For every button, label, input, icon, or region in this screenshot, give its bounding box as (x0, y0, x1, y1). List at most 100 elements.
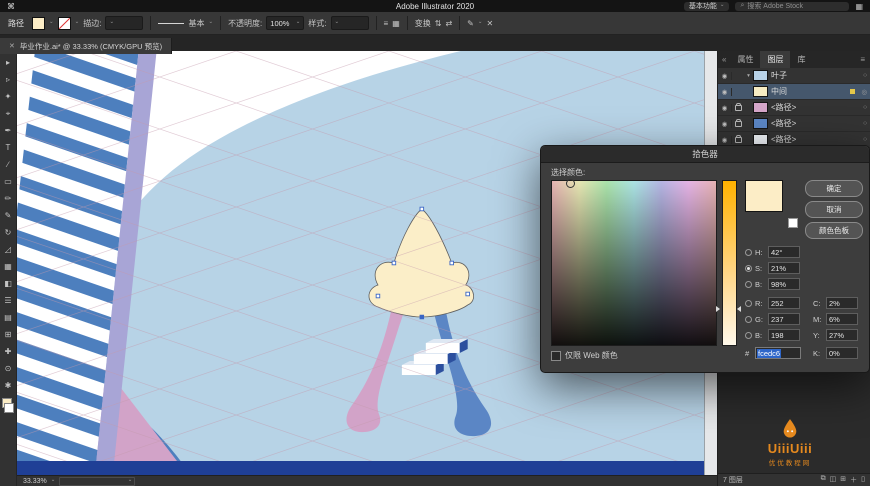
ok-button[interactable]: 确定 (805, 180, 863, 197)
gradient-tool-icon[interactable]: ▤ (4, 309, 12, 326)
lock-icon[interactable] (732, 102, 744, 111)
make-mask-icon[interactable]: ◫ (830, 475, 837, 485)
chevron-down-icon[interactable]: ⌄ (478, 20, 483, 26)
scale-tool-icon[interactable]: ◿ (5, 241, 11, 258)
b-radio[interactable] (745, 280, 752, 288)
chevron-down-icon[interactable]: ⌄ (51, 478, 56, 484)
hand-tool-icon[interactable]: ✱ (5, 377, 12, 394)
hex-input[interactable]: fcedc6 (755, 347, 801, 359)
chevron-down-icon[interactable]: ⌄ (208, 20, 213, 26)
s-radio[interactable] (745, 264, 752, 272)
artboard-nav-dropdown[interactable]: ⌄ (59, 476, 136, 486)
layer-row[interactable]: ◉ 中间 ◎ (718, 84, 870, 100)
layer-row[interactable]: ◉ ▾ 叶子 ○ (718, 68, 870, 84)
color-field-marker[interactable] (566, 179, 575, 188)
lasso-tool-icon[interactable]: ⌖ (6, 105, 11, 122)
close-icon[interactable]: ✕ (486, 19, 493, 28)
shape-builder-tool-icon[interactable]: ☰ (4, 292, 11, 309)
g-radio[interactable] (745, 315, 752, 323)
h-radio[interactable] (745, 248, 752, 256)
k-value-field[interactable]: 0% (826, 347, 858, 359)
zoom-tool-icon[interactable]: ⊙ (5, 360, 12, 377)
dialog-title[interactable]: 拾色器 (541, 146, 869, 163)
layer-name[interactable]: 中间 (771, 86, 850, 97)
r-value-field[interactable]: 252 (768, 297, 800, 309)
visibility-eye-icon[interactable]: ◉ (718, 71, 732, 80)
layer-name[interactable]: <路径> (771, 102, 860, 113)
apps-grid-icon[interactable]: ▦ (855, 2, 863, 11)
new-layer-icon[interactable]: ＋ (850, 475, 857, 485)
opacity-dropdown[interactable]: 100% ⌄ (266, 16, 305, 30)
direct-selection-tool-icon[interactable]: ▹ (6, 71, 10, 88)
edit-toolbar-icon[interactable]: ✎ (467, 19, 474, 28)
s-value-field[interactable]: 21% (768, 262, 800, 274)
collapse-panels-icon[interactable]: « (718, 51, 730, 68)
layer-name[interactable]: <路径> (771, 134, 860, 145)
transform-horizontal-icon[interactable]: ⇄ (445, 19, 452, 28)
fill-stroke-indicator[interactable] (2, 398, 14, 413)
y-value-field[interactable]: 27% (826, 329, 858, 341)
b2-radio[interactable] (745, 331, 752, 339)
paintbrush-tool-icon[interactable]: ✏ (5, 190, 12, 207)
align-icon[interactable]: ≡ (384, 19, 389, 28)
target-circle-icon[interactable]: ◎ (861, 88, 867, 96)
web-safe-cube-icon[interactable] (788, 218, 798, 228)
stroke-color-swatch[interactable] (57, 16, 71, 30)
h-value-field[interactable]: 42° (768, 246, 800, 258)
close-tab-icon[interactable]: ✕ (9, 42, 15, 50)
eyedropper-tool-icon[interactable]: ✚ (5, 343, 12, 360)
cancel-button[interactable]: 取消 (805, 201, 863, 218)
rotate-tool-icon[interactable]: ↻ (5, 224, 12, 241)
layer-row[interactable]: ◉ <路径> ○ (718, 116, 870, 132)
stroke-proxy-swatch[interactable] (4, 403, 14, 413)
style-dropdown[interactable]: ⌄ (330, 16, 369, 30)
target-circle-icon[interactable]: ○ (863, 72, 867, 79)
visibility-eye-icon[interactable]: ◉ (718, 103, 732, 112)
layer-name[interactable]: <路径> (771, 118, 860, 129)
mesh-tool-icon[interactable]: ⊞ (5, 326, 12, 343)
r-radio[interactable] (745, 299, 752, 307)
checkbox[interactable] (551, 350, 561, 361)
collect-export-icon[interactable]: ⧉ (821, 475, 826, 485)
tab-libraries[interactable]: 库 (790, 51, 812, 68)
layer-name[interactable]: 叶子 (771, 70, 860, 81)
chevron-down-icon[interactable]: ⌄ (49, 20, 54, 26)
deep-blue-strip-shape[interactable] (17, 461, 705, 476)
magic-wand-tool-icon[interactable]: ✦ (5, 88, 12, 105)
fill-color-swatch[interactable] (32, 16, 45, 30)
selection-tool-icon[interactable]: ▸ (6, 54, 10, 71)
color-slider[interactable] (722, 180, 737, 346)
free-transform-tool-icon[interactable]: ◧ (4, 275, 12, 292)
c-value-field[interactable]: 2% (826, 297, 858, 309)
lock-icon[interactable] (732, 118, 744, 127)
stroke-weight-dropdown[interactable]: ⌄ (105, 16, 144, 30)
line-segment-tool-icon[interactable]: ∕ (7, 156, 8, 173)
transform-vertical-icon[interactable]: ⇅ (435, 19, 442, 28)
apple-menu-icon[interactable]: ⌘ (7, 2, 15, 11)
visibility-eye-icon[interactable]: ◉ (718, 119, 732, 128)
tab-layers[interactable]: 图层 (760, 51, 791, 68)
layer-row[interactable]: ◉ <路径> ○ (718, 100, 870, 116)
rectangle-tool-icon[interactable]: ▭ (4, 173, 12, 190)
target-circle-icon[interactable]: ○ (863, 104, 867, 111)
web-only-checkbox-row[interactable]: 仅限 Web 颜色 (551, 350, 618, 361)
pencil-tool-icon[interactable]: ✎ (5, 207, 12, 224)
target-circle-icon[interactable]: ○ (863, 120, 867, 127)
m-value-field[interactable]: 6% (826, 313, 858, 325)
delete-layer-icon[interactable]: ▯ (861, 475, 865, 485)
zoom-level[interactable]: 33.33% (23, 478, 47, 485)
new-sublayer-icon[interactable]: ⊞ (840, 475, 846, 485)
visibility-eye-icon[interactable]: ◉ (718, 87, 732, 96)
color-swatches-button[interactable]: 颜色色板 (805, 222, 863, 239)
color-field[interactable] (551, 180, 717, 346)
workspace-switcher[interactable]: 基本功能 ⌄ (683, 1, 730, 11)
type-tool-icon[interactable]: T (6, 139, 11, 156)
pen-tool-icon[interactable]: ✒ (5, 122, 12, 139)
tab-properties[interactable]: 属性 (730, 51, 760, 68)
target-circle-icon[interactable]: ○ (863, 136, 867, 143)
expand-triangle-icon[interactable]: ▾ (744, 73, 753, 79)
chevron-down-icon[interactable]: ⌄ (75, 20, 80, 26)
visibility-eye-icon[interactable]: ◉ (718, 135, 732, 144)
slider-left-arrow-icon[interactable] (716, 306, 720, 312)
width-tool-icon[interactable]: ▦ (4, 258, 12, 275)
